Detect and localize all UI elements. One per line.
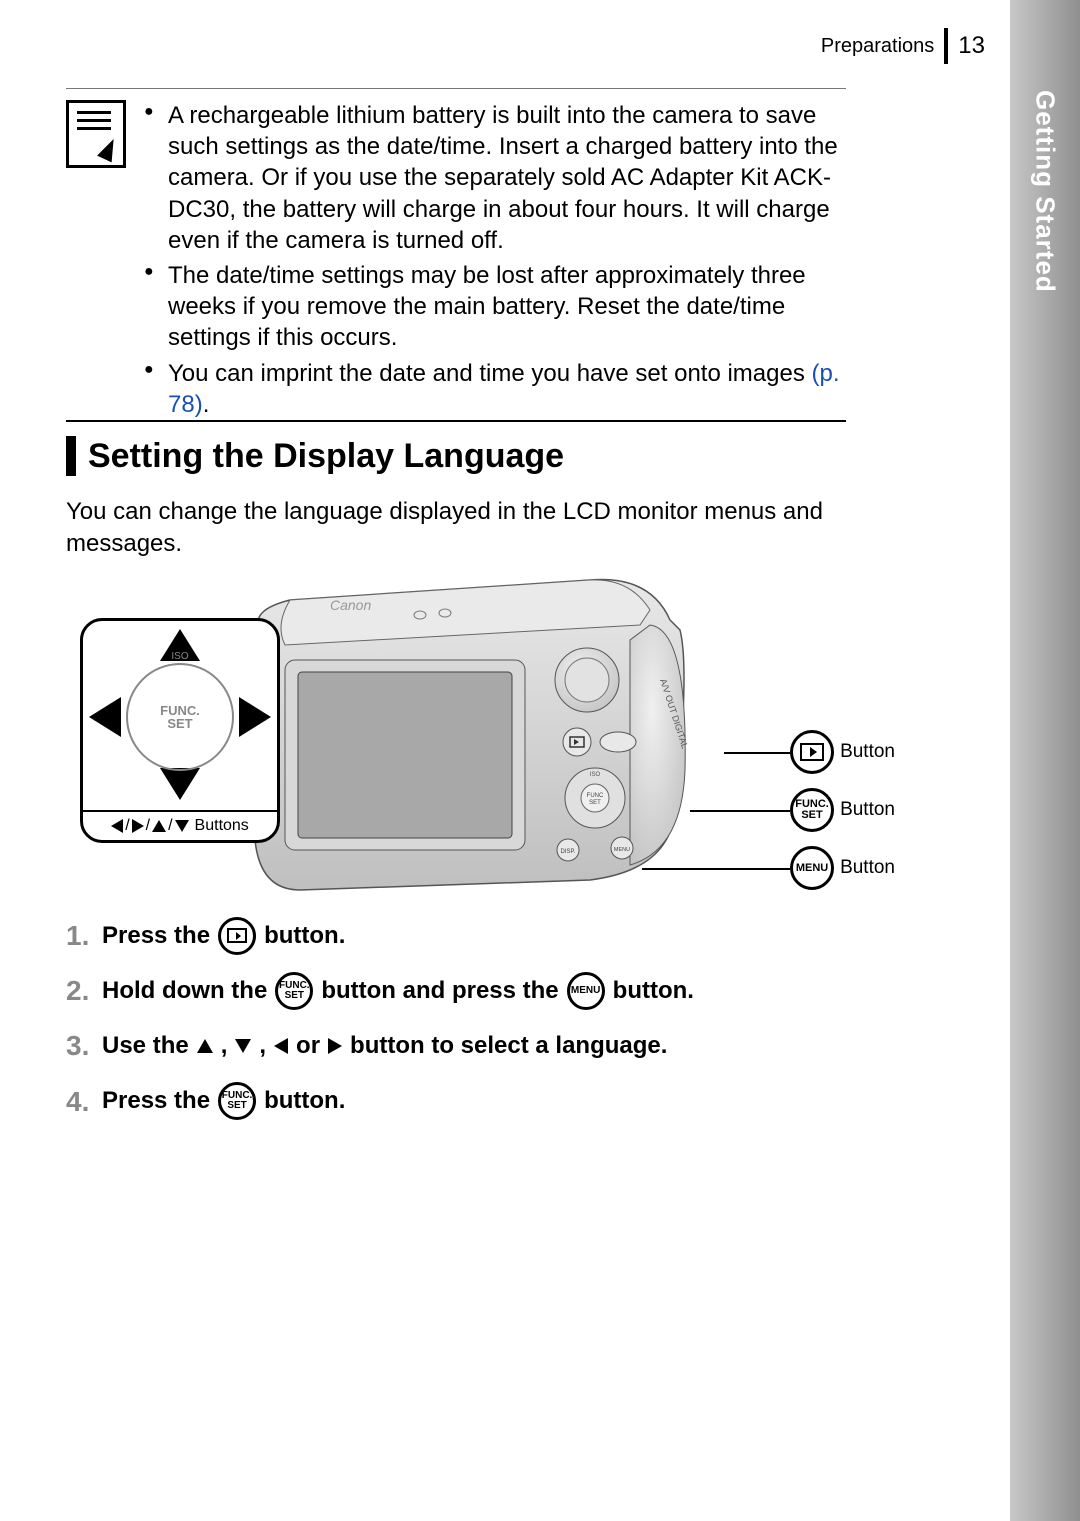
step-4: 4. Press the FUNC. SET button. [66, 1082, 846, 1121]
func-set-icon: FUNC. SET [790, 788, 834, 832]
note-item: You can imprint the date and time you ha… [144, 358, 846, 420]
step-1: 1. Press the button. [66, 916, 846, 955]
func-set-icon: FUNC. SET [275, 972, 313, 1010]
arrow-right-icon [239, 697, 271, 737]
step-text: , [221, 1029, 228, 1063]
step-number: 2. [66, 971, 94, 1010]
page-header: Preparations 13 [821, 28, 985, 64]
func-set-icon: FUNC. SET [218, 1082, 256, 1120]
step-text: Press the [102, 1084, 210, 1118]
camera-illustration: Canon A/V OUT DIGITAL FUNC SET ISO [230, 570, 690, 900]
step-number: 3. [66, 1026, 94, 1065]
arrow-right-icon [328, 1038, 342, 1054]
func-set-dial: ISO FUNC. SET [126, 663, 234, 771]
callout-label: Button [840, 799, 895, 821]
section-title-text: Setting the Display Language [88, 437, 564, 476]
note-box: A rechargeable lithium battery is built … [66, 100, 846, 424]
buttons-label: Buttons [195, 817, 249, 835]
step-text: , [259, 1029, 266, 1063]
arrow-down-icon [235, 1039, 251, 1053]
note-text: You can imprint the date and time you ha… [168, 360, 812, 387]
leader-line [642, 868, 790, 870]
steps-list: 1. Press the button. 2. Hold down the FU… [66, 916, 846, 1137]
heading-bar-icon [66, 436, 76, 476]
header-divider [944, 28, 948, 64]
set-label: SET [279, 991, 310, 1001]
arrow-up-icon [152, 820, 166, 832]
callout-playback: Button [790, 730, 895, 774]
note-icon [66, 100, 126, 168]
arrow-right-icon [132, 819, 144, 833]
arrow-down-icon [175, 820, 189, 832]
note-item: A rechargeable lithium battery is built … [144, 100, 846, 256]
dpad-panel: ISO FUNC. SET / / / Buttons [80, 618, 280, 843]
menu-icon: MENU [567, 972, 605, 1010]
step-3: 3. Use the , , or button to select a lan… [66, 1026, 846, 1065]
step-text: Use the [102, 1029, 189, 1063]
step-text: or [296, 1029, 320, 1063]
svg-text:FUNC: FUNC [587, 793, 604, 799]
set-label: SET [167, 717, 192, 730]
svg-text:ISO: ISO [590, 772, 601, 778]
iso-label: ISO [171, 651, 188, 662]
svg-text:SET: SET [589, 800, 601, 806]
note-text: . [203, 391, 210, 418]
callout-label: Button [840, 857, 895, 879]
side-tab: Getting Started [1010, 0, 1080, 1521]
intro-paragraph: You can change the language displayed in… [66, 496, 846, 561]
dpad-caption: / / / Buttons [83, 810, 277, 840]
header-section: Preparations [821, 35, 934, 58]
menu-label: MENU [796, 863, 828, 874]
section-heading: Setting the Display Language [66, 436, 564, 476]
step-number: 1. [66, 916, 94, 955]
svg-text:MENU: MENU [614, 847, 630, 853]
side-tab-label: Getting Started [1030, 90, 1061, 293]
step-text: button to select a language. [350, 1029, 667, 1063]
divider-section [66, 420, 846, 422]
playback-icon [218, 917, 256, 955]
leader-line [690, 810, 790, 812]
step-text: Press the [102, 919, 210, 953]
note-item: The date/time settings may be lost after… [144, 260, 846, 354]
callout-menu: MENU Button [790, 846, 895, 890]
note-list: A rechargeable lithium battery is built … [144, 100, 846, 424]
step-2: 2. Hold down the FUNC. SET button and pr… [66, 971, 846, 1010]
arrow-left-icon [111, 819, 123, 833]
camera-diagram: Canon A/V OUT DIGITAL FUNC SET ISO [80, 570, 840, 915]
set-label: SET [222, 1101, 253, 1111]
step-text: button. [264, 919, 345, 953]
step-text: Hold down the [102, 974, 267, 1008]
arrow-up-icon [197, 1039, 213, 1053]
divider-top [66, 88, 846, 89]
header-page-number: 13 [958, 32, 985, 60]
set-label: SET [795, 810, 829, 821]
step-number: 4. [66, 1082, 94, 1121]
svg-text:Canon: Canon [330, 597, 371, 613]
step-text: button. [264, 1084, 345, 1118]
svg-text:DISP.: DISP. [561, 849, 576, 855]
arrow-left-icon [89, 697, 121, 737]
arrow-down-icon [160, 768, 200, 800]
leader-line [724, 752, 790, 754]
arrow-left-icon [274, 1038, 288, 1054]
menu-label: MENU [571, 986, 600, 996]
callout-label: Button [840, 741, 895, 763]
callout-func-set: FUNC. SET Button [790, 788, 895, 832]
playback-icon [790, 730, 834, 774]
step-text: button. [613, 974, 694, 1008]
step-text: button and press the [321, 974, 558, 1008]
menu-icon: MENU [790, 846, 834, 890]
camera-svg: Canon A/V OUT DIGITAL FUNC SET ISO [230, 570, 690, 900]
